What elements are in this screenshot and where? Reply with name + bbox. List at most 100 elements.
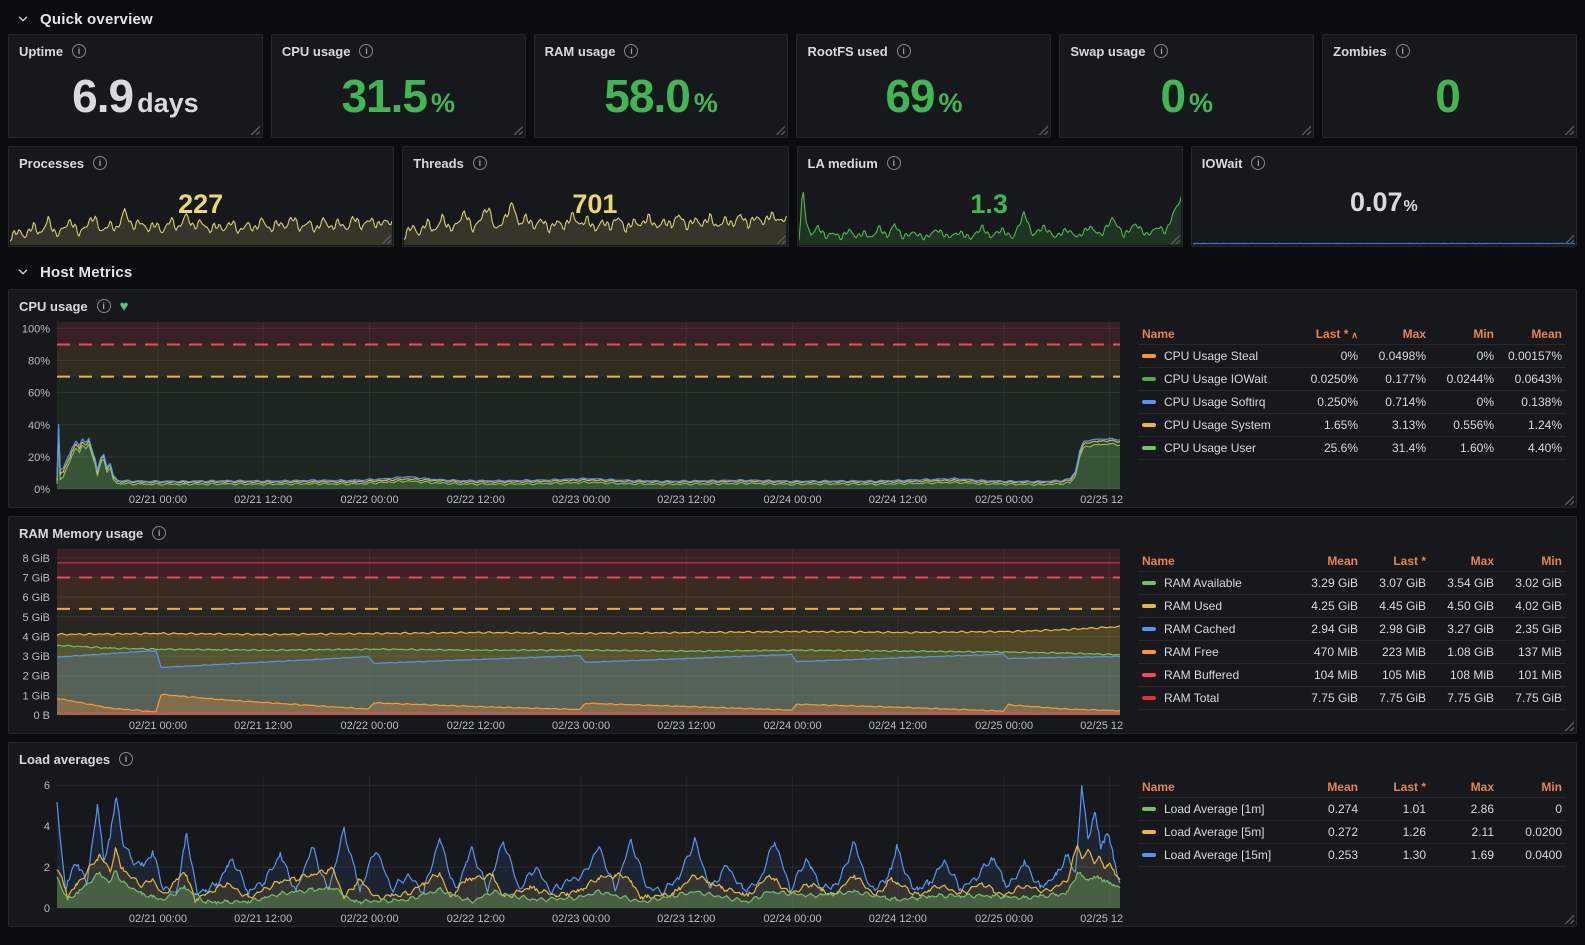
svg-text:20%: 20%	[28, 452, 50, 464]
sort-ascending-icon: ∧	[1351, 330, 1358, 340]
ram-memory-usage-chart[interactable]: 0 B1 GiB2 GiB3 GiB4 GiB5 GiB6 GiB7 GiB8 …	[9, 543, 1124, 733]
legend-row[interactable]: Load Average [15m]0.2531.301.690.0400	[1138, 844, 1566, 867]
panel-title: Processes	[19, 156, 84, 171]
panel-resize-handle[interactable]	[513, 125, 523, 135]
info-icon[interactable]: i	[473, 156, 487, 170]
panel-header[interactable]: RAM Memory usage i	[9, 517, 1576, 543]
series-color-swatch	[1142, 830, 1156, 834]
section-header-quick-overview[interactable]: Quick overview	[8, 4, 1577, 34]
info-icon[interactable]: i	[152, 526, 166, 540]
panel-header[interactable]: Zombies i	[1323, 35, 1576, 61]
panel-header[interactable]: Processes i	[9, 147, 393, 173]
legend-column-max[interactable]: Max	[1362, 324, 1430, 345]
legend-column-last[interactable]: Last *	[1362, 777, 1430, 798]
section-header-host-metrics[interactable]: Host Metrics	[8, 255, 1577, 289]
info-icon[interactable]: i	[72, 44, 86, 58]
series-name: Load Average [5m]	[1164, 825, 1265, 839]
info-icon[interactable]: i	[624, 44, 638, 58]
panel-header[interactable]: Load averages i	[9, 743, 1576, 769]
panel-ram-usage-stat: RAM usage i 58.0 %	[534, 34, 789, 138]
legend-column-name[interactable]: Name	[1138, 777, 1294, 798]
legend-column-last[interactable]: Last *	[1362, 551, 1430, 572]
stat-value: 1.3	[798, 191, 1182, 218]
legend-row[interactable]: CPU Usage Steal0%0.0498%0%0.00157%	[1138, 345, 1566, 368]
panel-header[interactable]: RootFS used i	[797, 35, 1050, 61]
series-color-swatch	[1142, 650, 1156, 654]
series-stat-value: 3.54 GiB	[1430, 572, 1498, 595]
info-icon[interactable]: i	[93, 156, 107, 170]
svg-text:1 GiB: 1 GiB	[22, 690, 50, 702]
panel-resize-handle[interactable]	[250, 125, 260, 135]
legend-row[interactable]: Load Average [5m]0.2721.262.110.0200	[1138, 821, 1566, 844]
panel-title: LA medium	[808, 156, 878, 171]
info-icon[interactable]: i	[97, 299, 111, 313]
panel-title: Load averages	[19, 752, 110, 767]
legend-row[interactable]: CPU Usage IOWait0.0250%0.177%0.0244%0.06…	[1138, 368, 1566, 391]
svg-text:02/22 12:00: 02/22 12:00	[447, 494, 505, 506]
legend-column-mean[interactable]: Mean	[1294, 777, 1362, 798]
series-stat-value: 2.86	[1430, 798, 1498, 821]
svg-text:60%: 60%	[28, 388, 50, 400]
stat-value: 0	[1323, 73, 1576, 119]
panel-threads: Threads i 701	[402, 146, 788, 247]
info-icon[interactable]: i	[1396, 44, 1410, 58]
legend-column-min[interactable]: Min	[1498, 777, 1566, 798]
svg-text:2 GiB: 2 GiB	[22, 671, 50, 683]
panel-header[interactable]: CPU usage i	[272, 35, 525, 61]
legend-row[interactable]: RAM Used4.25 GiB4.45 GiB4.50 GiB4.02 GiB	[1138, 595, 1566, 618]
series-name: RAM Available	[1164, 576, 1242, 590]
stat-number: 701	[572, 189, 617, 219]
legend-column-max[interactable]: Max	[1430, 551, 1498, 572]
legend-column-name[interactable]: Name	[1138, 324, 1294, 345]
panel-header[interactable]: Swap usage i	[1060, 35, 1313, 61]
legend-row[interactable]: CPU Usage User25.6%31.4%1.60%4.40%	[1138, 437, 1566, 460]
series-color-swatch	[1142, 400, 1156, 404]
legend-column-last[interactable]: Last *∧	[1294, 324, 1362, 345]
panel-header[interactable]: Uptime i	[9, 35, 262, 61]
legend-row[interactable]: RAM Available3.29 GiB3.07 GiB3.54 GiB3.0…	[1138, 572, 1566, 595]
panel-resize-handle[interactable]	[1038, 125, 1048, 135]
health-ok-heart-icon[interactable]: ♥	[120, 299, 129, 314]
legend-row[interactable]: RAM Free470 MiB223 MiB1.08 GiB137 MiB	[1138, 641, 1566, 664]
iowait-sparkline[interactable]	[1193, 235, 1575, 245]
panel-title: CPU usage	[19, 299, 88, 314]
legend-column-max[interactable]: Max	[1430, 777, 1498, 798]
stat-number: 1.3	[970, 189, 1008, 219]
panel-resize-handle[interactable]	[1564, 125, 1574, 135]
panel-header[interactable]: RAM usage i	[535, 35, 788, 61]
chart-body: 0 B1 GiB2 GiB3 GiB4 GiB5 GiB6 GiB7 GiB8 …	[9, 543, 1576, 733]
info-icon[interactable]: i	[887, 156, 901, 170]
panel-header[interactable]: IOWait i	[1192, 147, 1576, 173]
panel-title: IOWait	[1202, 156, 1243, 171]
series-stat-value: 3.13%	[1362, 414, 1430, 437]
series-stat-value: 0.0498%	[1362, 345, 1430, 368]
panel-resize-handle[interactable]	[775, 125, 785, 135]
panel-header[interactable]: CPU usage i ♥	[9, 290, 1576, 316]
stat-number: 227	[178, 189, 223, 219]
info-icon[interactable]: i	[359, 44, 373, 58]
panel-header[interactable]: Threads i	[403, 147, 787, 173]
panel-resize-handle[interactable]	[1301, 125, 1311, 135]
legend-column-min[interactable]: Min	[1498, 551, 1566, 572]
info-icon[interactable]: i	[1251, 156, 1265, 170]
series-name: CPU Usage Softirq	[1164, 395, 1265, 409]
info-icon[interactable]: i	[897, 44, 911, 58]
legend-column-mean[interactable]: Mean	[1498, 324, 1566, 345]
series-stat-value: 3.07 GiB	[1362, 572, 1430, 595]
legend-column-min[interactable]: Min	[1430, 324, 1498, 345]
info-icon[interactable]: i	[1154, 44, 1168, 58]
panel-title: RAM usage	[545, 44, 616, 59]
panel-header[interactable]: LA medium i	[798, 147, 1182, 173]
legend-row[interactable]: Load Average [1m]0.2741.012.860	[1138, 798, 1566, 821]
legend-row[interactable]: RAM Total7.75 GiB7.75 GiB7.75 GiB7.75 Gi…	[1138, 687, 1566, 710]
legend-row[interactable]: CPU Usage Softirq0.250%0.714%0%0.138%	[1138, 391, 1566, 414]
series-stat-value: 4.25 GiB	[1294, 595, 1362, 618]
legend-column-mean[interactable]: Mean	[1294, 551, 1362, 572]
info-icon[interactable]: i	[119, 752, 133, 766]
legend-column-name[interactable]: Name	[1138, 551, 1294, 572]
load-averages-chart[interactable]: 024602/21 00:0002/21 12:0002/22 00:0002/…	[9, 769, 1124, 926]
legend-row[interactable]: RAM Cached2.94 GiB2.98 GiB3.27 GiB2.35 G…	[1138, 618, 1566, 641]
legend-row[interactable]: RAM Buffered104 MiB105 MiB108 MiB101 MiB	[1138, 664, 1566, 687]
legend-row[interactable]: CPU Usage System1.65%3.13%0.556%1.24%	[1138, 414, 1566, 437]
cpu-usage-chart[interactable]: 0%20%40%60%80%100%02/21 00:0002/21 12:00…	[9, 316, 1124, 507]
